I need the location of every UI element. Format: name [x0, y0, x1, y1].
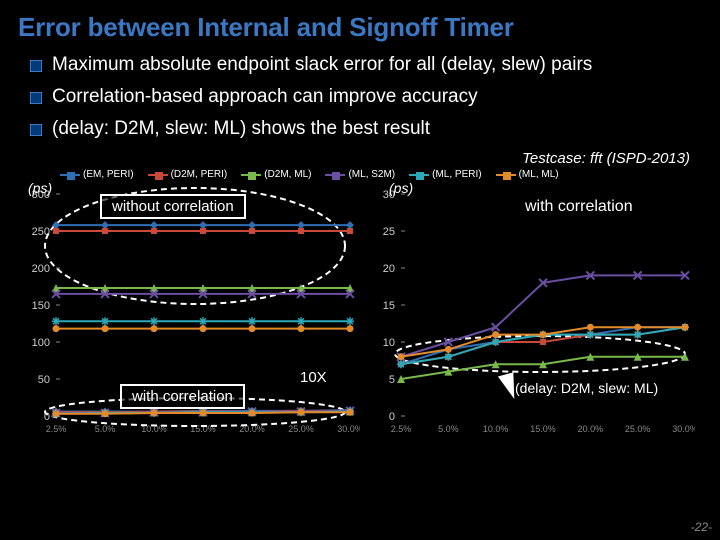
legend-marker: [148, 174, 168, 176]
legend-label: (ML, S2M): [348, 169, 395, 180]
svg-text:30.0%: 30.0%: [337, 424, 360, 434]
svg-text:150: 150: [32, 300, 50, 312]
legend-label: (EM, PERI): [83, 169, 134, 180]
ten-x-annotation: 10X: [300, 369, 327, 386]
svg-text:200: 200: [32, 263, 50, 275]
legend-marker: [60, 174, 80, 176]
legend-item: (EM, PERI): [60, 169, 134, 180]
legend-marker: [409, 174, 429, 176]
svg-text:5.0%: 5.0%: [438, 424, 459, 434]
svg-text:100: 100: [32, 337, 50, 349]
chart-legend: (EM, PERI) (D2M, PERI) (D2M, ML) (ML, S2…: [0, 169, 720, 184]
svg-text:30.0%: 30.0%: [672, 424, 695, 434]
page-title: Error between Internal and Signoff Timer: [0, 0, 720, 49]
svg-text:5.0%: 5.0%: [95, 424, 116, 434]
svg-text:2.5%: 2.5%: [46, 424, 67, 434]
legend-marker: [241, 174, 261, 176]
bullet-list: Maximum absolute endpoint slack error fo…: [0, 49, 720, 150]
svg-text:0: 0: [389, 411, 395, 423]
svg-text:25.0%: 25.0%: [625, 424, 651, 434]
legend-marker: [496, 174, 516, 176]
legend-label: (D2M, ML): [264, 169, 311, 180]
y-axis-label: (ps): [389, 180, 413, 196]
bullet-item: Correlation-based approach can improve a…: [30, 85, 690, 109]
page-number: -22-: [691, 520, 712, 534]
legend-item: (D2M, ML): [241, 169, 311, 180]
testcase-label: Testcase: fft (ISPD-2013): [0, 150, 720, 169]
svg-text:50: 50: [38, 374, 50, 386]
svg-text:25: 25: [383, 226, 395, 238]
legend-label: (D2M, PERI): [171, 169, 228, 180]
svg-text:15.0%: 15.0%: [530, 424, 556, 434]
legend-item: (ML, PERI): [409, 169, 481, 180]
svg-text:20: 20: [383, 263, 395, 275]
legend-item: (ML, ML): [496, 169, 559, 180]
chart-row: (ps) without correlation with correlatio…: [0, 184, 720, 444]
y-axis-label: (ps): [28, 180, 52, 196]
legend-marker: [325, 174, 345, 176]
best-result-annotation: (delay: D2M, slew: ML): [515, 380, 658, 396]
svg-text:25.0%: 25.0%: [288, 424, 314, 434]
legend-label: (ML, ML): [519, 169, 559, 180]
with-correlation-label: with correlation: [120, 384, 245, 409]
svg-text:20.0%: 20.0%: [578, 424, 604, 434]
svg-text:15: 15: [383, 300, 395, 312]
right-chart: (ps) with correlation (delay: D2M, slew:…: [365, 184, 710, 444]
svg-text:5: 5: [389, 374, 395, 386]
legend-item: (D2M, PERI): [148, 169, 228, 180]
bullet-item: (delay: D2M, slew: ML) shows the best re…: [30, 117, 690, 141]
legend-label: (ML, PERI): [432, 169, 481, 180]
with-correlation-title: with correlation: [525, 198, 633, 216]
svg-text:2.5%: 2.5%: [391, 424, 412, 434]
bullet-item: Maximum absolute endpoint slack error fo…: [30, 53, 690, 77]
svg-text:10: 10: [383, 337, 395, 349]
svg-text:10.0%: 10.0%: [483, 424, 509, 434]
without-correlation-label: without correlation: [100, 194, 246, 219]
left-chart: (ps) without correlation with correlatio…: [20, 184, 365, 444]
legend-item: (ML, S2M): [325, 169, 395, 180]
right-chart-svg: 0510152025302.5%5.0%10.0%15.0%20.0%25.0%…: [365, 184, 695, 444]
